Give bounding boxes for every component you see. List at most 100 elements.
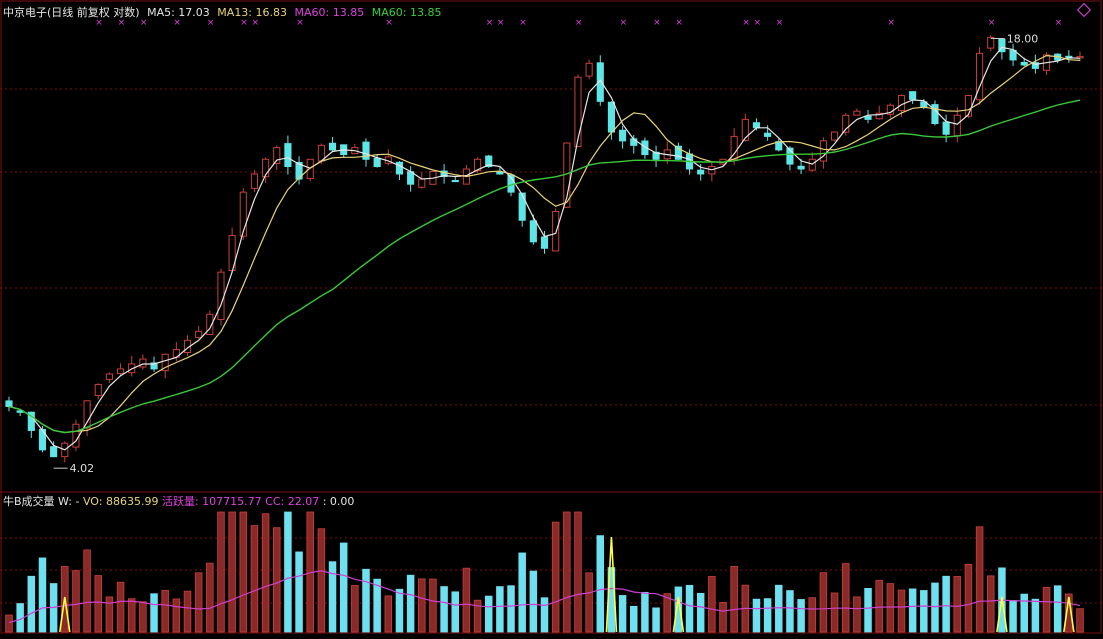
candle-body [830,131,839,141]
volume-bar [451,591,459,633]
volume-bar [484,595,493,633]
volume-bar [27,575,36,633]
candle-body [552,211,560,252]
volume-vo: VO: 88635.99 [82,495,159,508]
candle-body [50,446,58,458]
volume-bar [339,542,348,633]
candle-body [518,192,526,221]
candle-body [116,368,125,374]
chart-canvas: 18.004.02× × × × × × × × × × × × × × × × × × × × × × [0,0,1103,634]
volume-bar [462,567,471,633]
candle-body [83,400,91,429]
signal-cross: × [486,18,494,28]
signal-cross: × [675,18,683,28]
candle-body [853,110,861,116]
volume-bar [931,582,939,633]
volume-bar [775,584,783,633]
volume-bar [139,601,147,633]
candle-body [451,180,459,183]
stock-title: 中京电子(日线 前复权 对数) [3,6,140,19]
volume-bar [964,563,973,633]
volume-bar [1076,608,1084,633]
volume-bar [1042,586,1051,633]
signal-cross: × [776,18,784,28]
volume-bar [752,598,761,633]
candle-body [540,236,549,249]
candle-body [909,91,917,100]
candle-body [607,101,616,133]
volume-bar [94,575,102,633]
volume-bar [105,596,114,633]
candle-body [217,271,225,320]
volume-bar [551,521,560,633]
volume-legend: 牛B成交量 W: - VO: 88635.99 活跃量: 107715.77 C… [3,495,354,509]
candle-body [1020,61,1028,66]
volume-bar [808,597,816,633]
volume-bar [406,574,415,633]
candle-body [619,129,627,142]
volume-bar [540,597,549,633]
volume-bar [38,557,47,633]
volume-bar [228,511,236,633]
candle-body [529,220,537,243]
candle-body [585,62,593,77]
volume-bar [418,578,426,633]
volume-bar [630,605,638,633]
volume-bar [987,575,995,633]
volume-bar [194,572,203,633]
volume-bar [72,570,80,633]
volume-bar [853,596,861,633]
candle-body [72,423,80,448]
volume-bar [886,583,895,633]
volume-bar [953,576,962,633]
volume-active-label: 活跃量 [161,495,195,508]
candle-body [373,157,381,168]
volume-bar [975,526,984,633]
candle-body [328,142,337,151]
signal-cross: × [988,18,996,28]
ma60-line [8,99,1081,434]
low-label: 4.02 [70,462,95,475]
volume-bar [518,552,526,633]
volume-bar [1053,585,1062,633]
volume-bar [317,528,326,633]
candle-body [697,169,705,175]
candle-body [764,132,772,137]
volume-bar [618,595,627,633]
volume-bar [830,592,839,633]
volume-bar [596,535,605,633]
volume-bar [217,511,225,633]
signal-cross: × [519,18,527,28]
kline-chart[interactable]: 18.00 4.02 × × × × × × × × × × × × × × × × × × × × × × [0,0,1103,635]
volume-bar [652,607,660,633]
volume-bar [841,563,850,633]
volume-bar [875,579,883,633]
volume-cc: CC: 22.07 [265,495,320,508]
signal-cross: × [575,18,583,28]
volume-bar [496,586,504,633]
volume-extra: : 0.00 [322,495,355,508]
candle-body [752,122,761,129]
candle-body [797,165,805,170]
volume-bar [261,513,270,633]
signal-cross: × [497,18,505,28]
candle-body [306,158,314,179]
volume-w: W: - [58,495,80,508]
volume-bar [574,511,582,633]
volume-bar [5,614,13,633]
volume-bar [786,590,794,633]
volume-bar [127,598,136,633]
volume-bar [1020,593,1028,633]
high-label: 18.00 [1007,33,1039,46]
volume-bar [507,585,515,633]
candle-body [496,171,504,175]
volume-bar [161,589,169,633]
volume-bar [942,575,950,633]
volume-bar [362,568,370,633]
signal-cross: × [753,18,761,28]
volume-bar [529,570,538,633]
volume-bar [440,586,448,633]
volume-bar [1031,598,1040,633]
signal-cross: × [620,18,628,28]
candle-body [864,115,872,120]
